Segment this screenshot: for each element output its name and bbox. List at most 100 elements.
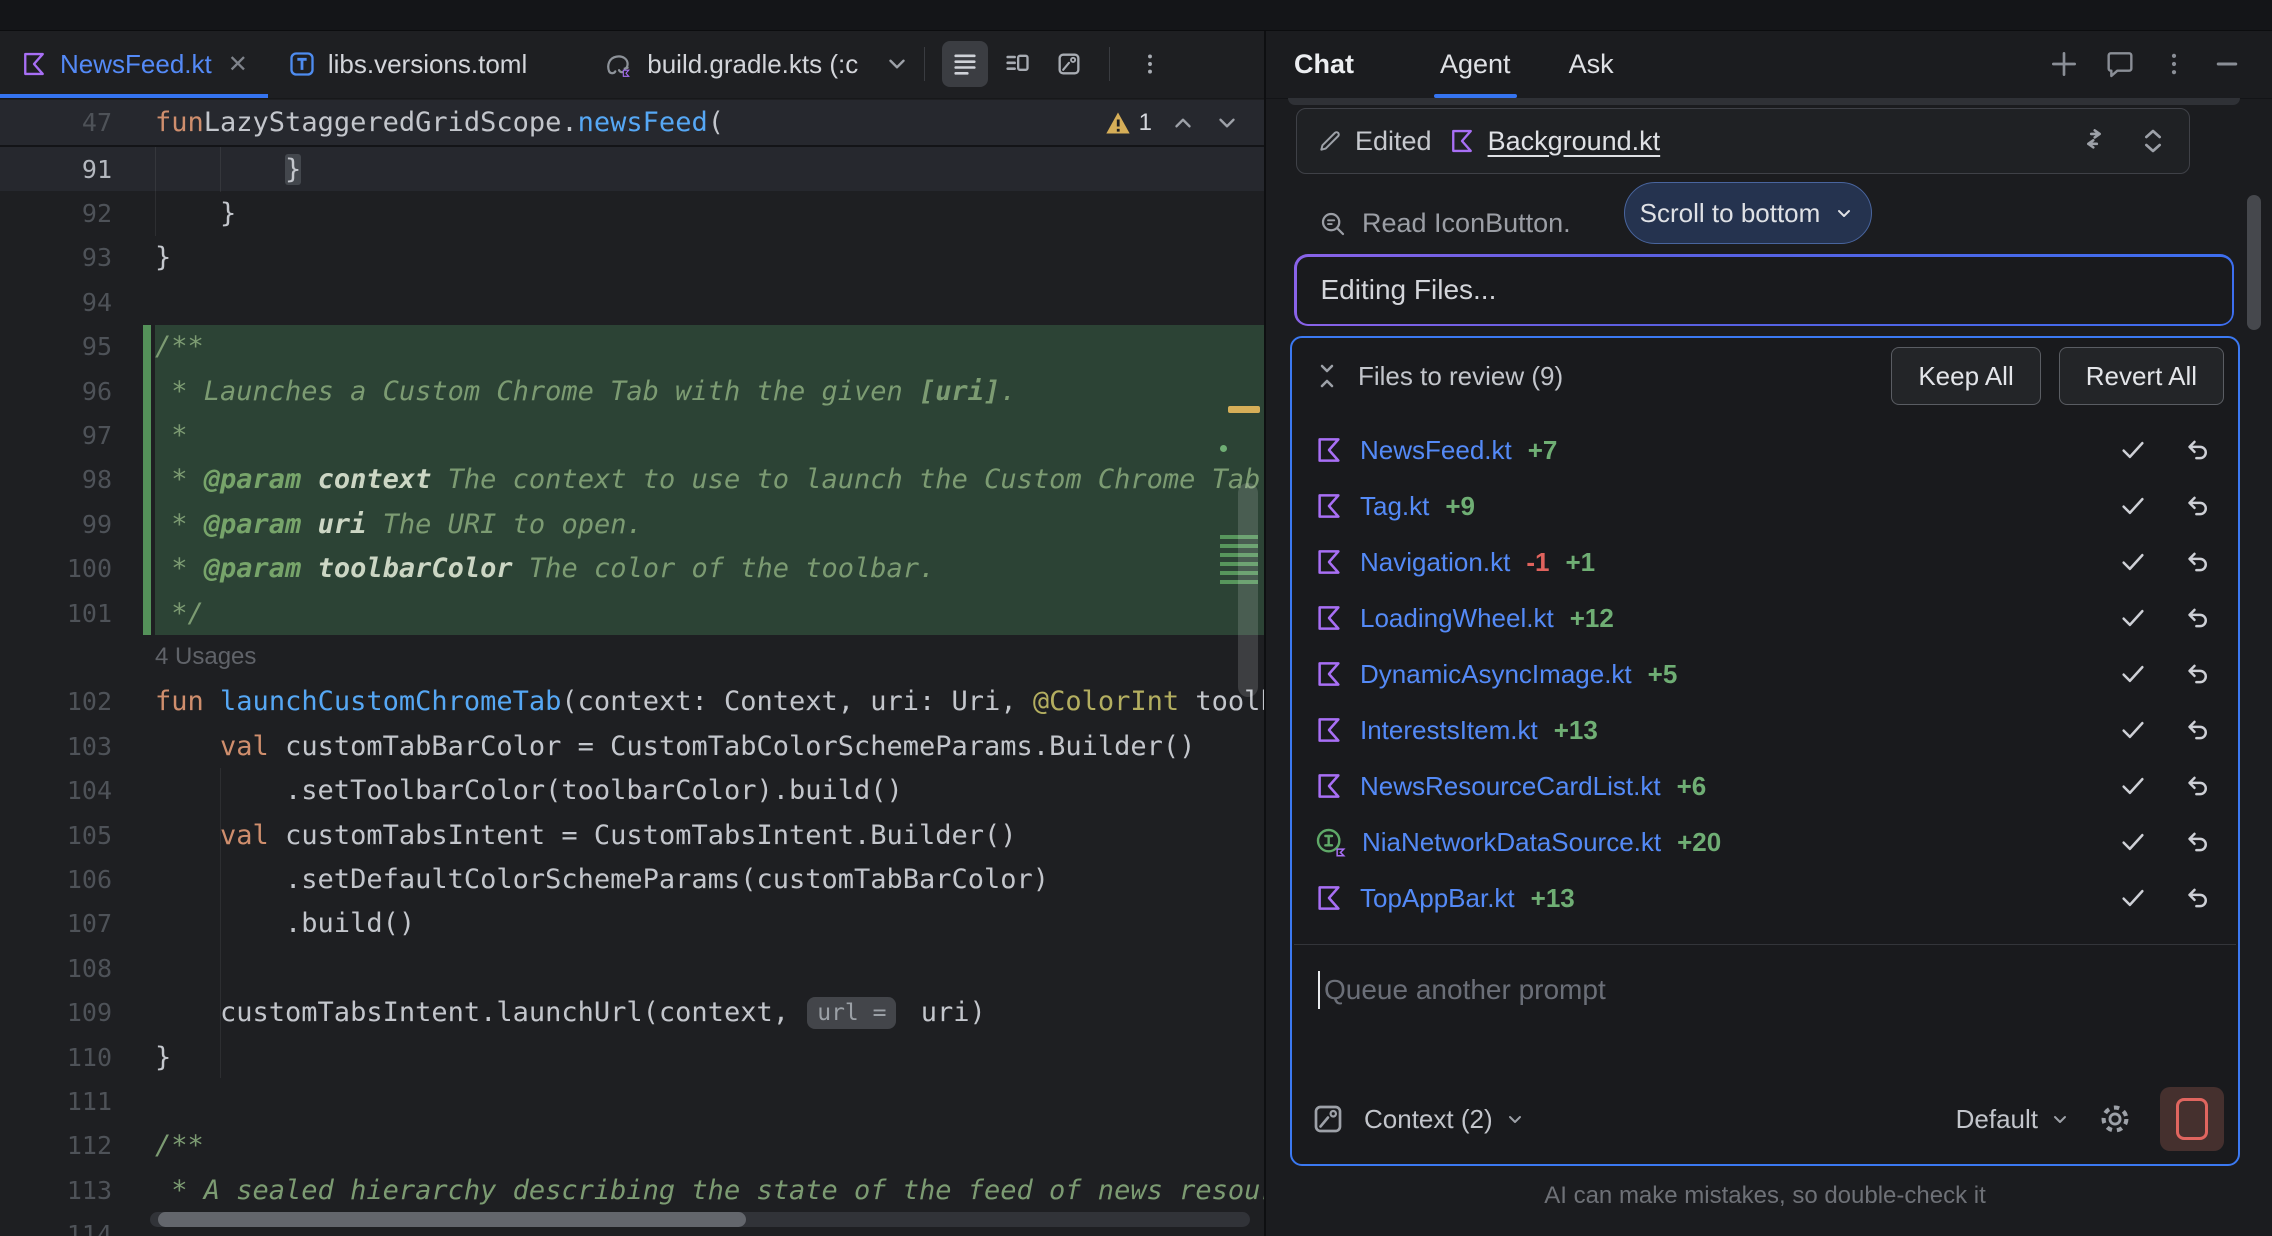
file-link[interactable]: LoadingWheel.kt (1360, 603, 1554, 634)
editor-more-menu[interactable] (1127, 41, 1173, 87)
prompt-input[interactable]: Queue another prompt (1318, 968, 1606, 1012)
warning-icon[interactable] (1103, 109, 1133, 137)
file-link[interactable]: NewsFeed.kt (1360, 435, 1512, 466)
file-link[interactable]: DynamicAsyncImage.kt (1360, 659, 1632, 690)
view-split-button[interactable] (994, 41, 1040, 87)
tab-newsfeed-kt[interactable]: NewsFeed.kt ✕ (0, 30, 268, 98)
chevron-down-icon[interactable] (2048, 1107, 2072, 1131)
revert-file-button[interactable] (2182, 603, 2212, 633)
code-token: newsFeed (578, 107, 708, 138)
keep-file-button[interactable] (2118, 883, 2148, 913)
file-review-row[interactable]: NewsResourceCardList.kt+6 (1292, 758, 2238, 814)
revert-file-button[interactable] (2182, 827, 2212, 857)
diff-added-gutter-bar (143, 591, 151, 635)
edited-file-link[interactable]: Background.kt (1488, 126, 1661, 157)
collapse-icon[interactable] (1312, 361, 1342, 391)
search-file-icon (1318, 209, 1348, 239)
file-review-row[interactable]: DynamicAsyncImage.kt+5 (1292, 646, 2238, 702)
file-review-row[interactable]: LoadingWheel.kt+12 (1292, 590, 2238, 646)
view-preview-button[interactable] (1046, 41, 1092, 87)
horizontal-scrollbar-thumb[interactable] (158, 1212, 746, 1227)
code-token: * (155, 420, 188, 451)
file-review-row[interactable]: Tag.kt+9 (1292, 478, 2238, 534)
stop-button[interactable] (2160, 1087, 2224, 1151)
revert-file-button[interactable] (2182, 547, 2212, 577)
hide-panel-icon[interactable] (2212, 49, 2242, 79)
close-icon[interactable]: ✕ (228, 50, 248, 79)
new-chat-icon[interactable] (2048, 48, 2080, 80)
revert-all-button[interactable]: Revert All (2059, 347, 2224, 405)
warning-stripe-mark[interactable] (1228, 406, 1260, 413)
file-link[interactable]: NiaNetworkDataSource.kt (1362, 827, 1661, 858)
revert-file-button[interactable] (2182, 491, 2212, 521)
attach-image-icon[interactable] (1310, 1101, 1346, 1137)
code-token: @ColorInt (1033, 686, 1179, 717)
more-options-icon[interactable] (2160, 50, 2188, 78)
expand-icon[interactable] (2137, 125, 2169, 157)
code-line: 95/** (0, 325, 1264, 369)
file-link[interactable]: TopAppBar.kt (1360, 883, 1515, 914)
revert-file-button[interactable] (2182, 659, 2212, 689)
files-to-review-panel: Files to review (9) Keep All Revert All … (1290, 336, 2240, 1166)
tab-libs-versions-toml[interactable]: libs.versions.toml (268, 30, 547, 98)
line-number: 109 (0, 998, 112, 1027)
keep-file-button[interactable] (2118, 827, 2148, 857)
prev-warning-icon[interactable] (1170, 110, 1196, 136)
revert-file-button[interactable] (2182, 435, 2212, 465)
code-token: context (318, 464, 432, 495)
keep-file-button[interactable] (2118, 771, 2148, 801)
indent-guide (220, 768, 221, 1078)
code-editor[interactable]: 91 }92 }93}9495/**96 * Launches a Custom… (0, 147, 1264, 1236)
keep-file-button[interactable] (2118, 659, 2148, 689)
gear-icon[interactable] (2096, 1100, 2134, 1138)
vertical-scrollbar[interactable] (1238, 483, 1258, 697)
added-lines-count: +20 (1677, 827, 1721, 858)
file-link[interactable]: InterestsItem.kt (1360, 715, 1538, 746)
tab-ask[interactable]: Ask (1565, 30, 1618, 98)
code-token: val (220, 731, 269, 762)
scroll-to-bottom-button[interactable]: Scroll to bottom (1624, 182, 1872, 244)
show-diff-icon[interactable] (2077, 124, 2111, 158)
tab-agent[interactable]: Agent (1436, 30, 1515, 98)
file-review-row[interactable]: NewsFeed.kt+7 (1292, 422, 2238, 478)
file-link[interactable]: Tag.kt (1360, 491, 1429, 522)
code-text (155, 1079, 1264, 1123)
sticky-code-line[interactable]: 47 fun LazyStaggeredGridScope.newsFeed( … (0, 100, 1264, 147)
pane-divider[interactable] (1264, 0, 1266, 1236)
file-link[interactable]: Navigation.kt (1360, 547, 1510, 578)
context-dropdown-label[interactable]: Context (2) (1364, 1104, 1493, 1135)
diff-stripe-mark[interactable] (1216, 432, 1232, 466)
file-review-row[interactable]: Navigation.kt-1+1 (1292, 534, 2238, 590)
chat-scrollbar[interactable] (2247, 195, 2261, 330)
code-text: fun launchCustomChromeTab(context: Conte… (155, 680, 1264, 724)
revert-file-button[interactable] (2182, 883, 2212, 913)
keep-file-button[interactable] (2118, 435, 2148, 465)
code-line: 99 * @param uri The URI to open. (0, 502, 1264, 546)
code-token (204, 686, 220, 717)
keep-file-button[interactable] (2118, 603, 2148, 633)
keep-file-button[interactable] (2118, 547, 2148, 577)
usages-inlay[interactable]: 4 Usages (155, 643, 256, 671)
horizontal-scrollbar-track[interactable] (150, 1212, 1250, 1227)
file-review-row[interactable]: TopAppBar.kt+13 (1292, 870, 2238, 926)
chevron-down-icon[interactable] (1503, 1107, 1527, 1131)
keep-file-button[interactable] (2118, 715, 2148, 745)
code-token: url = (807, 997, 896, 1029)
chat-history-icon[interactable] (2104, 48, 2136, 80)
file-link[interactable]: NewsResourceCardList.kt (1360, 771, 1661, 802)
file-review-row[interactable]: InterestsItem.kt+13 (1292, 702, 2238, 758)
code-line: 107 .build() (0, 902, 1264, 946)
view-list-button[interactable] (942, 41, 988, 87)
next-warning-icon[interactable] (1214, 110, 1240, 136)
revert-file-button[interactable] (2182, 715, 2212, 745)
keep-all-button[interactable]: Keep All (1891, 347, 2040, 405)
revert-file-button[interactable] (2182, 771, 2212, 801)
tab-build-gradle-kts[interactable]: build.gradle.kts (:c (583, 30, 878, 98)
code-token (155, 820, 220, 851)
file-review-row[interactable]: NiaNetworkDataSource.kt +20 (1292, 814, 2238, 870)
model-dropdown-label[interactable]: Default (1956, 1104, 2038, 1135)
code-text: * @param toolbarColor The color of the t… (155, 547, 1264, 591)
keep-file-button[interactable] (2118, 491, 2148, 521)
edited-file-card[interactable]: Edited Background.kt (1296, 108, 2190, 174)
chevron-down-icon[interactable] (884, 51, 910, 77)
